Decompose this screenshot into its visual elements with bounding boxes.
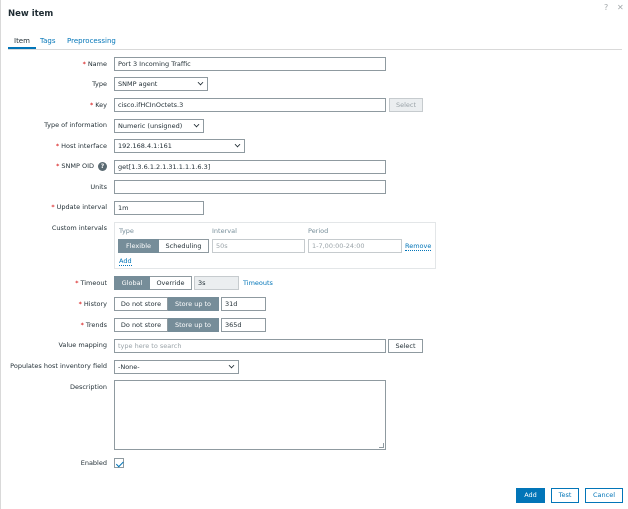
history-input[interactable] [221, 297, 266, 311]
custom-interval-input[interactable] [212, 239, 305, 253]
trends-input[interactable] [221, 318, 266, 332]
key-select-button[interactable]: Select [389, 98, 423, 112]
custom-interval-type-toggle: Flexible Scheduling [118, 239, 209, 253]
help-icon[interactable]: ? [604, 3, 608, 13]
timeout-toggle: Global Override [114, 276, 192, 290]
description-textarea[interactable] [114, 380, 386, 450]
chevron-down-icon [228, 362, 235, 369]
timeout-label: * Timeout [75, 279, 107, 287]
tab-preprocessing[interactable]: Preprocessing [67, 37, 116, 45]
custom-intervals-interval-header: Interval [212, 227, 237, 235]
inventory-field-select[interactable]: -None- [114, 360, 239, 374]
timeout-override-option[interactable]: Override [150, 276, 192, 290]
value-mapping-input[interactable] [114, 339, 386, 353]
flexible-option[interactable]: Flexible [118, 239, 159, 253]
resize-handle-icon[interactable] [379, 443, 384, 448]
enabled-label: Enabled [80, 459, 107, 467]
scheduling-option[interactable]: Scheduling [159, 239, 209, 253]
test-button[interactable]: Test [551, 488, 579, 503]
type-of-information-select[interactable]: Numeric (unsigned) [114, 119, 204, 133]
value-mapping-select-button[interactable]: Select [388, 339, 423, 353]
dialog-title: New item [8, 9, 54, 19]
enabled-checkbox[interactable] [114, 458, 124, 468]
new-item-dialog: New item ? ✕ Item Tags Preprocessing * Na… [0, 0, 628, 509]
units-input[interactable] [114, 180, 386, 194]
custom-intervals-period-header: Period [308, 227, 329, 235]
chevron-down-icon [197, 79, 204, 86]
tab-tags[interactable]: Tags [40, 37, 56, 45]
custom-intervals-table: Type Interval Period Flexible Scheduling… [114, 222, 436, 269]
cancel-button[interactable]: Cancel [585, 488, 623, 503]
tab-bar: Item Tags Preprocessing [8, 34, 622, 50]
value-mapping-label: Value mapping [58, 341, 107, 349]
timeouts-link[interactable]: Timeouts [243, 279, 273, 288]
host-interface-select[interactable]: 192.168.4.1:161 [114, 139, 245, 153]
update-interval-input[interactable] [114, 201, 204, 215]
name-label: * Name [82, 60, 107, 68]
chevron-down-icon [234, 141, 241, 148]
trends-toggle: Do not store Store up to [114, 318, 219, 332]
help-icon[interactable]: ? [98, 162, 107, 171]
history-store-up-to-option[interactable]: Store up to [168, 297, 219, 311]
custom-period-input[interactable] [308, 239, 402, 253]
custom-intervals-type-header: Type [119, 227, 134, 235]
snmp-oid-label: * SNMP OID [56, 162, 94, 170]
host-interface-label: * Host interface [55, 142, 107, 150]
type-select[interactable]: SNMP agent [114, 77, 208, 91]
remove-interval-link[interactable]: Remove [405, 242, 432, 251]
inventory-field-label: Populates host inventory field [10, 362, 107, 370]
key-input[interactable] [114, 98, 386, 112]
add-button[interactable]: Add [516, 488, 545, 503]
type-label: Type [92, 80, 107, 88]
trends-label: * Trends [80, 321, 107, 329]
history-label: * History [78, 300, 107, 308]
history-toggle: Do not store Store up to [114, 297, 219, 311]
timeout-global-option[interactable]: Global [114, 276, 150, 290]
tab-item[interactable]: Item [8, 37, 36, 49]
close-icon[interactable]: ✕ [617, 3, 624, 13]
chevron-down-icon [193, 121, 200, 128]
add-interval-link[interactable]: Add [119, 257, 132, 266]
type-of-information-label: Type of information [44, 121, 107, 129]
key-label: * Key [89, 101, 107, 109]
update-interval-label: * Update interval [51, 203, 107, 211]
description-label: Description [69, 383, 107, 391]
history-do-not-store-option[interactable]: Do not store [114, 297, 168, 311]
timeout-input[interactable] [194, 276, 239, 290]
snmp-oid-input[interactable] [114, 160, 386, 174]
trends-store-up-to-option[interactable]: Store up to [168, 318, 219, 332]
custom-intervals-label: Custom intervals [51, 224, 107, 232]
units-label: Units [90, 183, 107, 191]
name-input[interactable] [114, 57, 386, 71]
trends-do-not-store-option[interactable]: Do not store [114, 318, 168, 332]
